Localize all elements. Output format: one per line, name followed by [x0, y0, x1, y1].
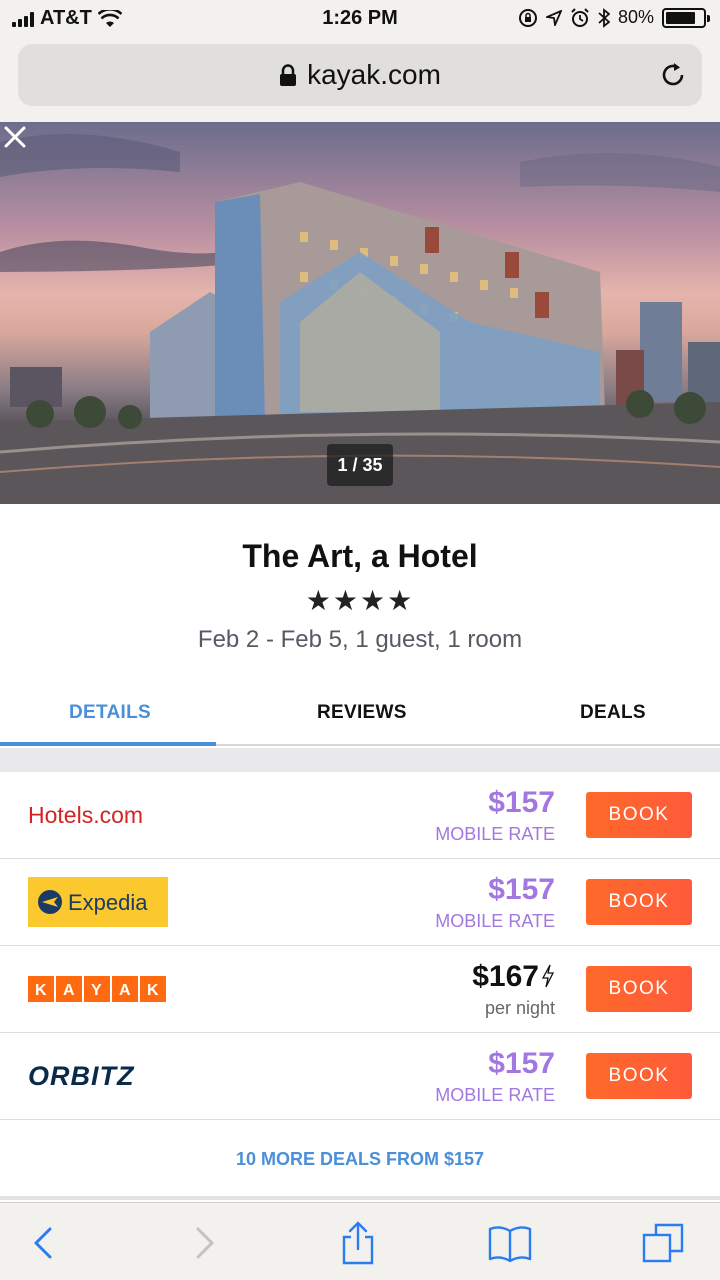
- photo-counter: 1 / 35: [327, 444, 393, 486]
- status-right: 80%: [518, 7, 710, 28]
- expedia-logo: Expedia: [28, 877, 168, 927]
- hotel-name: The Art, a Hotel: [242, 538, 478, 574]
- deal-price: $157: [488, 1047, 555, 1080]
- deal-rate-note: MOBILE RATE: [435, 911, 555, 931]
- svg-text:K: K: [35, 982, 47, 999]
- url-text: kayak.com: [307, 59, 441, 90]
- location-icon: [545, 9, 562, 26]
- deal-row-expedia[interactable]: Expedia $157 MOBILE RATE BOOK: [0, 859, 720, 946]
- orientation-lock-icon: [518, 8, 537, 27]
- tab-reviews[interactable]: REVIEWS: [317, 702, 407, 724]
- hotels-com-logo: Hotels.com: [28, 802, 143, 828]
- url-display[interactable]: kayak.com: [18, 59, 702, 91]
- book-button[interactable]: BOOK: [586, 966, 692, 1012]
- forward-icon[interactable]: [180, 1219, 228, 1267]
- close-icon[interactable]: [0, 122, 30, 152]
- deal-row-hotels-com[interactable]: Hotels.com $157 MOBILE RATE BOOK: [0, 772, 720, 859]
- more-deals-link[interactable]: 10 MORE DEALS FROM $157: [0, 1118, 720, 1200]
- back-icon[interactable]: [20, 1219, 68, 1267]
- kayak-logo: K A Y A K: [28, 976, 166, 1002]
- tabs-icon[interactable]: [640, 1219, 688, 1267]
- status-bar: AT&T 1:26 PM 80%: [0, 0, 720, 40]
- svg-text:ORBITZ: ORBITZ: [28, 1061, 135, 1091]
- lock-icon: [280, 64, 297, 86]
- address-bar[interactable]: kayak.com: [18, 44, 702, 106]
- browser-toolbar: [0, 1202, 720, 1280]
- svg-text:Expedia: Expedia: [68, 890, 148, 915]
- browser-address-area: kayak.com: [0, 40, 720, 122]
- book-button[interactable]: BOOK: [586, 1053, 692, 1099]
- deal-rate-note: MOBILE RATE: [435, 824, 555, 844]
- book-button[interactable]: BOOK: [586, 879, 692, 925]
- orbitz-logo: ORBITZ: [28, 1061, 135, 1091]
- section-divider: [0, 748, 720, 772]
- star-rating: ★★★★: [305, 585, 415, 616]
- deal-row-orbitz[interactable]: ORBITZ $157 MOBILE RATE BOOK: [0, 1033, 720, 1120]
- deal-rate-note: MOBILE RATE: [435, 1085, 555, 1105]
- svg-text:A: A: [63, 982, 75, 999]
- deal-price: $167: [472, 960, 539, 993]
- svg-text:A: A: [119, 982, 131, 999]
- deal-price: $157: [488, 786, 555, 819]
- bluetooth-icon: [598, 7, 610, 28]
- svg-text:K: K: [147, 982, 159, 999]
- battery-percent: 80%: [617, 7, 654, 27]
- tab-bar: DETAILS REVIEWS DEALS: [0, 680, 720, 746]
- reload-icon[interactable]: [658, 60, 688, 90]
- svg-text:Y: Y: [91, 982, 102, 999]
- deal-price: $157: [488, 873, 555, 906]
- bookmarks-icon[interactable]: [486, 1219, 534, 1267]
- hotel-photo[interactable]: 1 / 35: [0, 122, 720, 504]
- tab-details[interactable]: DETAILS: [69, 702, 151, 724]
- share-icon[interactable]: [334, 1219, 382, 1267]
- battery-icon: [662, 7, 710, 28]
- active-tab-indicator: [0, 742, 216, 746]
- deal-price-container: $167: [472, 960, 555, 994]
- lightning-icon: [541, 964, 555, 988]
- svg-text:Hotels.com: Hotels.com: [28, 802, 143, 828]
- tab-deals[interactable]: DEALS: [580, 702, 646, 724]
- deal-row-kayak[interactable]: K A Y A K $167 per night BOOK: [0, 946, 720, 1033]
- book-button[interactable]: BOOK: [586, 792, 692, 838]
- stay-details: Feb 2 - Feb 5, 1 guest, 1 room: [197, 626, 523, 653]
- deal-rate-note: per night: [484, 998, 555, 1018]
- alarm-icon: [571, 7, 589, 27]
